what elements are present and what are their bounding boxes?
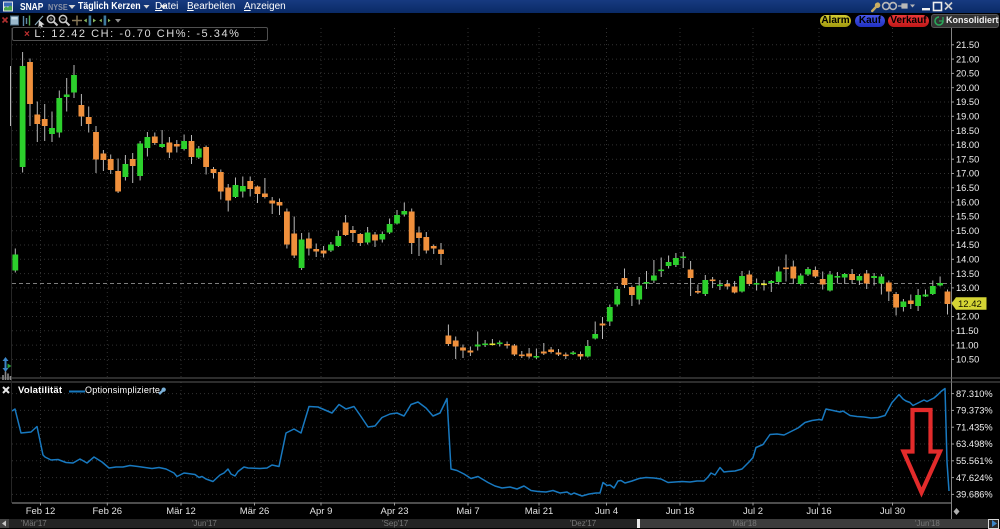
- svg-text:47.624%: 47.624%: [956, 473, 993, 483]
- svg-text:14.00: 14.00: [956, 255, 979, 265]
- svg-text:17.00: 17.00: [956, 169, 979, 179]
- svg-text:71.435%: 71.435%: [956, 422, 993, 432]
- svg-text:12.42: 12.42: [958, 299, 982, 310]
- svg-text:12.00: 12.00: [956, 312, 979, 322]
- svg-text:55.561%: 55.561%: [956, 456, 993, 466]
- svg-text:11.50: 11.50: [956, 326, 979, 336]
- svg-text:20.00: 20.00: [956, 83, 979, 93]
- svg-text:15.50: 15.50: [956, 212, 979, 222]
- svg-text:11.00: 11.00: [956, 340, 979, 350]
- svg-text:13.50: 13.50: [956, 269, 979, 279]
- svg-text:17.50: 17.50: [956, 154, 979, 164]
- svg-text:20.50: 20.50: [956, 69, 979, 79]
- svg-text:19.00: 19.00: [956, 112, 979, 122]
- svg-text:39.686%: 39.686%: [956, 490, 993, 500]
- svg-text:21.50: 21.50: [956, 40, 979, 50]
- svg-text:16.00: 16.00: [956, 197, 979, 207]
- svg-text:13.00: 13.00: [956, 283, 979, 293]
- svg-text:18.50: 18.50: [956, 126, 979, 136]
- svg-text:10.50: 10.50: [956, 355, 979, 365]
- svg-text:14.50: 14.50: [956, 240, 979, 250]
- svg-text:19.50: 19.50: [956, 97, 979, 107]
- svg-text:16.50: 16.50: [956, 183, 979, 193]
- svg-text:79.373%: 79.373%: [956, 406, 993, 416]
- svg-text:63.498%: 63.498%: [956, 439, 993, 449]
- svg-text:21.00: 21.00: [956, 54, 979, 64]
- svg-text:15.00: 15.00: [956, 226, 979, 236]
- svg-text:18.00: 18.00: [956, 140, 979, 150]
- svg-text:87.310%: 87.310%: [956, 389, 993, 399]
